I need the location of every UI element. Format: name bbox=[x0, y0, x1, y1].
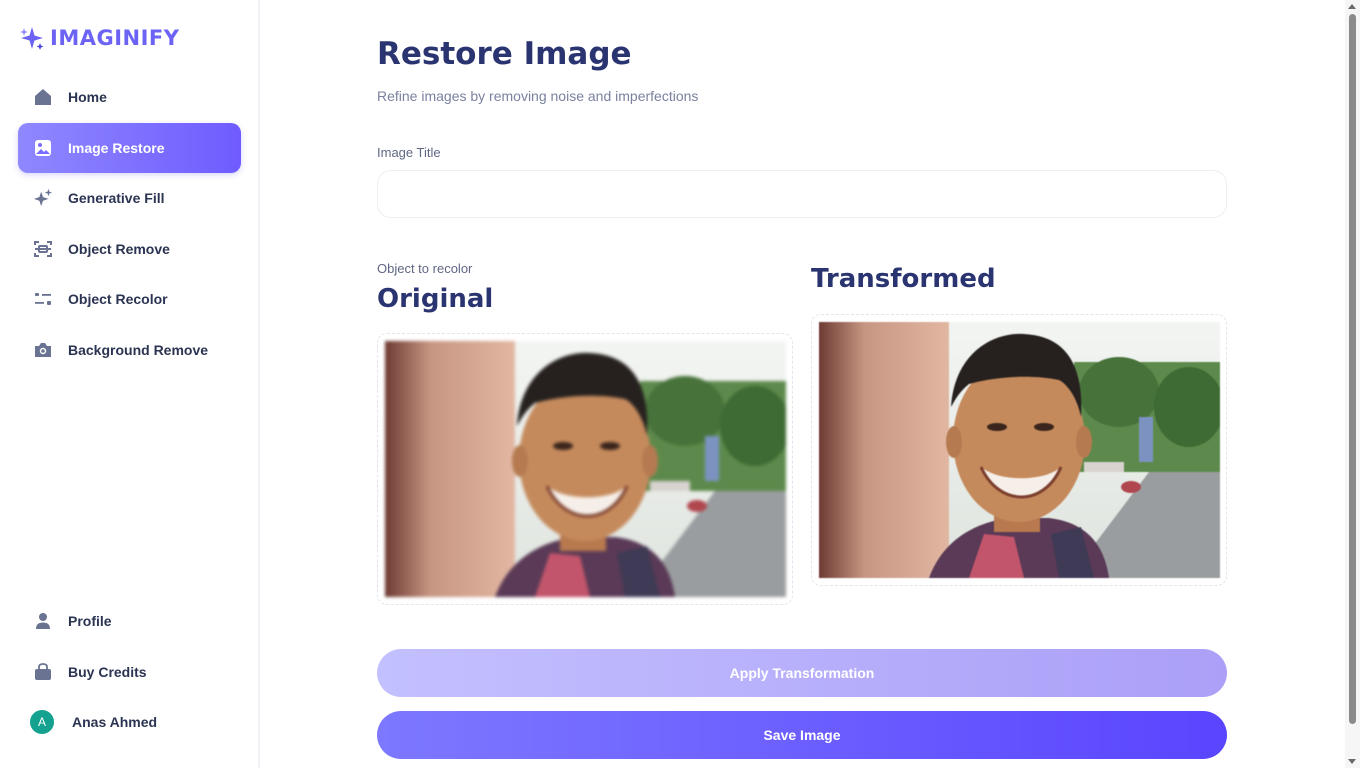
scroll-thumb[interactable] bbox=[1349, 14, 1356, 724]
sidebar-item-object-recolor[interactable]: Object Recolor bbox=[18, 274, 241, 324]
transformed-image-container[interactable] bbox=[811, 314, 1227, 586]
sidebar-item-label: Image Restore bbox=[68, 139, 165, 156]
user-name: Anas Ahmed bbox=[72, 714, 158, 730]
sidebar-item-object-remove[interactable]: Object Remove bbox=[18, 224, 241, 274]
transformed-image bbox=[819, 322, 1220, 578]
original-heading: Original bbox=[377, 284, 494, 314]
logo[interactable]: IMAGINIFY bbox=[18, 24, 179, 52]
sidebar-item-generative-fill[interactable]: Generative Fill bbox=[18, 173, 241, 223]
sidebar-item-label: Background Remove bbox=[68, 341, 209, 358]
apply-transformation-button[interactable]: Apply Transformation bbox=[377, 649, 1227, 697]
scrollbar[interactable] bbox=[1345, 0, 1360, 768]
transformed-heading: Transformed bbox=[811, 264, 996, 294]
image-title-input[interactable] bbox=[377, 170, 1227, 218]
save-image-button[interactable]: Save Image bbox=[377, 711, 1227, 759]
sidebar-item-label: Object Recolor bbox=[68, 291, 168, 307]
sidebar-item-label: Home bbox=[68, 89, 107, 105]
user-profile-button[interactable]: A Anas Ahmed bbox=[18, 697, 241, 747]
avatar: A bbox=[30, 710, 54, 734]
sidebar-item-profile[interactable]: Profile bbox=[18, 596, 241, 646]
filter-icon bbox=[33, 289, 53, 309]
camera-icon bbox=[33, 340, 53, 360]
scan-icon bbox=[33, 239, 53, 259]
page-title: Restore Image bbox=[377, 36, 632, 72]
sidebar-item-background-remove[interactable]: Background Remove bbox=[18, 325, 241, 375]
sidebar: IMAGINIFY Home Image Restore Generative … bbox=[0, 0, 260, 768]
image-icon bbox=[33, 138, 53, 158]
user-icon bbox=[33, 611, 53, 631]
bag-icon bbox=[33, 662, 53, 682]
sidebar-item-buy-credits[interactable]: Buy Credits bbox=[18, 647, 241, 697]
logo-text: IMAGINIFY bbox=[50, 26, 180, 50]
sidebar-item-label: Buy Credits bbox=[68, 663, 147, 680]
sidebar-item-home[interactable]: Home bbox=[18, 72, 241, 122]
sidebar-item-label: Profile bbox=[68, 613, 112, 629]
sidebar-bottom-nav: Profile Buy Credits A Anas Ahmed bbox=[18, 596, 241, 747]
scroll-up-icon[interactable] bbox=[1348, 4, 1356, 9]
home-icon bbox=[33, 87, 53, 107]
logo-sparkle-icon bbox=[20, 27, 44, 50]
page-subtitle: Refine images by removing noise and impe… bbox=[377, 88, 699, 104]
object-to-recolor-label: Object to recolor bbox=[377, 261, 473, 276]
sidebar-nav: Home Image Restore Generative Fill Objec… bbox=[18, 72, 241, 375]
original-image bbox=[385, 341, 786, 597]
sidebar-item-label: Generative Fill bbox=[68, 190, 165, 206]
scroll-down-icon[interactable] bbox=[1348, 759, 1356, 764]
image-title-label: Image Title bbox=[377, 145, 441, 160]
sparkles-icon bbox=[33, 188, 53, 208]
original-image-container[interactable] bbox=[377, 333, 793, 605]
sidebar-item-label: Object Remove bbox=[68, 240, 170, 257]
sidebar-item-image-restore[interactable]: Image Restore bbox=[18, 122, 241, 173]
